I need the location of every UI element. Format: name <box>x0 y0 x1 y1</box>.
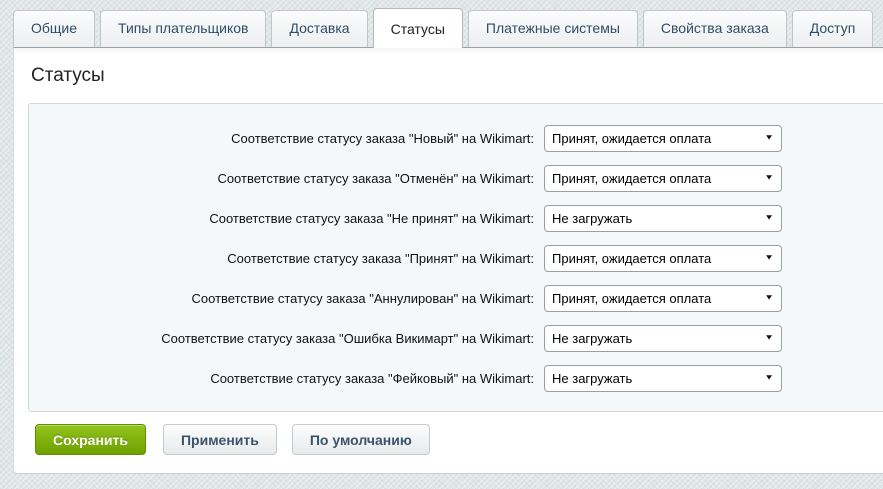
status-select-wrap: Не загружать ▼ <box>544 205 782 232</box>
status-select-new[interactable]: Принят, ожидается оплата <box>544 125 782 152</box>
status-mapping-form: Соответствие статусу заказа "Новый" на W… <box>28 103 883 412</box>
page-title: Статусы <box>28 48 883 103</box>
tab-access[interactable]: Доступ <box>792 10 874 47</box>
tab-order-properties[interactable]: Свойства заказа <box>643 10 787 47</box>
tab-delivery[interactable]: Доставка <box>271 10 367 47</box>
apply-button[interactable]: Применить <box>163 424 277 455</box>
status-select-not-accepted[interactable]: Не загружать <box>544 205 782 232</box>
form-actions: Сохранить Применить По умолчанию <box>35 424 883 455</box>
status-select-wrap: Принят, ожидается оплата ▼ <box>544 165 782 192</box>
status-mapping-label-not-accepted: Соответствие статусу заказа "Не принят" … <box>29 211 544 226</box>
defaults-button[interactable]: По умолчанию <box>292 424 430 455</box>
status-select-wikimart-error[interactable]: Не загружать <box>544 325 782 352</box>
status-mapping-label-accepted: Соответствие статусу заказа "Принят" на … <box>29 251 544 266</box>
tab-statuses[interactable]: Статусы <box>373 8 463 48</box>
tab-payment-systems[interactable]: Платежные системы <box>468 10 638 47</box>
status-mapping-label-cancelled: Соответствие статусу заказа "Отменён" на… <box>29 171 544 186</box>
tab-payer-types[interactable]: Типы плательщиков <box>100 10 266 47</box>
status-select-wrap: Принят, ожидается оплата ▼ <box>544 125 782 152</box>
form-row: Соответствие статусу заказа "Отменён" на… <box>29 158 883 198</box>
status-select-cancelled[interactable]: Принят, ожидается оплата <box>544 165 782 192</box>
save-button[interactable]: Сохранить <box>35 424 146 455</box>
form-row: Соответствие статусу заказа "Фейковый" н… <box>29 358 883 398</box>
status-select-annulled[interactable]: Принят, ожидается оплата <box>544 285 782 312</box>
status-mapping-label-new: Соответствие статусу заказа "Новый" на W… <box>29 131 544 146</box>
status-select-wrap: Принят, ожидается оплата ▼ <box>544 245 782 272</box>
status-mapping-label-wikimart-error: Соответствие статусу заказа "Ошибка Вики… <box>29 331 544 346</box>
form-row: Соответствие статусу заказа "Принят" на … <box>29 238 883 278</box>
form-row: Соответствие статусу заказа "Новый" на W… <box>29 118 883 158</box>
status-select-wrap: Принят, ожидается оплата ▼ <box>544 285 782 312</box>
settings-tabbar: Общие Типы плательщиков Доставка Статусы… <box>0 0 883 47</box>
form-row: Соответствие статусу заказа "Ошибка Вики… <box>29 318 883 358</box>
tab-general[interactable]: Общие <box>13 10 95 47</box>
status-mapping-label-fake: Соответствие статусу заказа "Фейковый" н… <box>29 371 544 386</box>
form-row: Соответствие статусу заказа "Не принят" … <box>29 198 883 238</box>
status-select-wrap: Не загружать ▼ <box>544 365 782 392</box>
status-select-wrap: Не загружать ▼ <box>544 325 782 352</box>
status-mapping-label-annulled: Соответствие статусу заказа "Аннулирован… <box>29 291 544 306</box>
status-select-accepted[interactable]: Принят, ожидается оплата <box>544 245 782 272</box>
main-panel: Статусы Соответствие статусу заказа "Нов… <box>13 47 883 474</box>
status-select-fake[interactable]: Не загружать <box>544 365 782 392</box>
form-row: Соответствие статусу заказа "Аннулирован… <box>29 278 883 318</box>
